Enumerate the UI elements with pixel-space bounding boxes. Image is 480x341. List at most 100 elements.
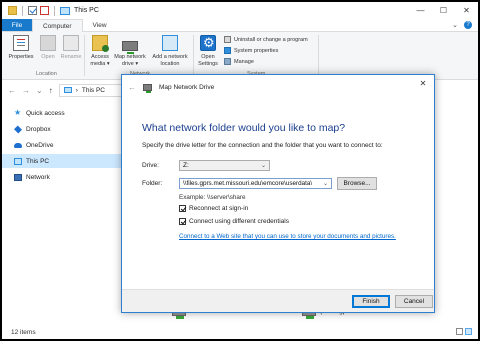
dialog-back-arrow-icon[interactable]: ← — [128, 83, 136, 92]
nav-item-this-pc[interactable]: This PC — [2, 154, 122, 168]
rename-icon — [63, 35, 79, 51]
nav-item-network[interactable]: Network — [2, 170, 122, 184]
nav-item-label: Network — [26, 173, 50, 181]
group-divider — [193, 35, 194, 76]
recent-locations-icon[interactable]: ⌄ — [36, 86, 43, 95]
drive-label: Drive: — [142, 162, 159, 169]
this-pc-icon — [14, 157, 22, 165]
credentials-checkbox-row[interactable]: Connect using different credentials — [179, 218, 289, 225]
dialog-title: Map Network Drive — [159, 83, 215, 91]
add-network-location-label: Add a network location — [152, 54, 188, 67]
onedrive-icon — [14, 142, 22, 148]
properties-button[interactable]: Properties — [8, 35, 34, 61]
reconnect-label: Reconnect at sign-in — [189, 205, 249, 212]
nav-item-label: Quick access — [26, 109, 65, 117]
forward-arrow-icon[interactable]: → — [22, 86, 30, 95]
browse-button[interactable]: Browse... — [337, 177, 377, 190]
group-divider — [318, 35, 319, 76]
tab-file[interactable]: File — [2, 19, 32, 31]
up-arrow-icon[interactable]: ↑ — [49, 86, 53, 95]
nav-item-dropbox[interactable]: Dropbox — [2, 122, 122, 136]
nav-item-quick-access[interactable]: ★ Quick access — [2, 106, 122, 120]
breadcrumb-separator-icon: › — [75, 86, 78, 94]
web-site-link[interactable]: Connect to a Web site that you can use t… — [179, 233, 396, 240]
title-bar: This PC — ☐ ✕ — [2, 2, 478, 19]
dialog-heading: What network folder would you like to ma… — [142, 122, 346, 134]
view-toggle — [456, 328, 472, 335]
folder-path-input[interactable]: \\files.gprs.met.missouri.edu\emcore\use… — [179, 178, 332, 189]
settings-gear-icon — [200, 35, 216, 51]
close-button[interactable]: ✕ — [455, 2, 478, 19]
folder-icon[interactable] — [8, 6, 17, 15]
folder-path-value: \\files.gprs.met.missouri.edu\emcore\use… — [183, 180, 313, 187]
nav-item-label: OneDrive — [26, 141, 54, 149]
tab-view[interactable]: View — [83, 19, 117, 31]
drive-letter-select[interactable]: Z: ⌄ — [179, 160, 270, 171]
system-properties-label: System properties — [234, 47, 279, 54]
ribbon-tabs: File Computer View ⌄ ? — [2, 19, 478, 32]
manage-label: Manage — [234, 58, 254, 65]
drive-letter-value: Z: — [183, 162, 189, 169]
access-media-button[interactable]: Access media ▾ — [88, 35, 112, 67]
map-network-drive-button[interactable]: Map network drive ▾ — [112, 35, 148, 67]
nav-item-onedrive[interactable]: OneDrive — [2, 138, 122, 152]
item-count: 12 items — [11, 328, 36, 336]
open-label: Open — [41, 54, 55, 60]
chevron-down-icon: ⌄ — [322, 181, 328, 187]
map-network-drive-dialog: ← Map Network Drive ✕ What network folde… — [121, 74, 435, 313]
quick-access-toolbar — [2, 5, 70, 16]
group-label-location: Location — [36, 71, 57, 77]
dialog-title-bar: ← Map Network Drive — [122, 75, 434, 99]
help-icon[interactable]: ? — [464, 21, 472, 29]
manage-button[interactable]: Manage — [224, 58, 254, 65]
toolbar-divider — [22, 5, 23, 16]
folder-label: Folder: — [142, 180, 163, 187]
dialog-footer: Finish Cancel — [122, 289, 434, 312]
properties-label: Properties — [8, 54, 34, 60]
file-explorer-window: This PC — ☐ ✕ File Computer View ⌄ ? Pro… — [2, 2, 478, 339]
map-drive-icon — [122, 41, 138, 54]
different-credentials-label: Connect using different credentials — [189, 218, 289, 225]
nav-item-label: This PC — [26, 157, 50, 165]
tab-computer[interactable]: Computer — [32, 19, 83, 32]
new-folder-icon[interactable] — [40, 6, 49, 15]
folder-example-text: Example: \\server\share — [179, 194, 246, 201]
different-credentials-checkbox[interactable] — [179, 218, 186, 225]
network-location-icon — [162, 35, 178, 51]
open-settings-button[interactable]: Open Settings — [197, 35, 219, 67]
rename-button[interactable]: Rename — [59, 35, 83, 61]
minimize-button[interactable]: — — [409, 2, 432, 19]
uninstall-program-button[interactable]: Uninstall or change a program — [224, 36, 308, 43]
finish-button[interactable]: Finish — [352, 295, 390, 308]
ribbon-right-controls: ⌄ ? — [452, 19, 478, 31]
expand-ribbon-icon[interactable]: ⌄ — [452, 21, 458, 29]
reconnect-checkbox-row[interactable]: Reconnect at sign-in — [179, 205, 248, 212]
network-icon — [14, 173, 22, 181]
uninstall-label: Uninstall or change a program — [234, 36, 308, 43]
open-settings-label: Open Settings — [198, 54, 218, 67]
ribbon: Properties Open Rename Access media ▾ Ma… — [2, 32, 478, 80]
tiles-view-icon[interactable] — [465, 328, 472, 335]
window-controls: — ☐ ✕ — [409, 2, 478, 19]
cancel-button[interactable]: Cancel — [395, 295, 433, 308]
open-button[interactable]: Open — [38, 35, 58, 61]
address-path: This PC — [81, 86, 105, 94]
navigation-pane: ★ Quick access Dropbox OneDrive This PC … — [2, 100, 122, 325]
details-view-icon[interactable] — [456, 328, 463, 335]
system-properties-button[interactable]: System properties — [224, 47, 278, 54]
add-network-location-button[interactable]: Add a network location — [149, 35, 191, 67]
back-arrow-icon[interactable]: ← — [8, 86, 16, 95]
rename-label: Rename — [60, 54, 82, 60]
group-divider — [84, 35, 85, 76]
properties-icon — [13, 35, 29, 51]
dialog-instruction: Specify the drive letter for the connect… — [142, 142, 383, 149]
dialog-close-button[interactable]: ✕ — [412, 75, 434, 91]
maximize-button[interactable]: ☐ — [432, 2, 455, 19]
dropbox-icon — [14, 125, 22, 133]
chevron-down-icon: ⌄ — [260, 163, 266, 169]
uninstall-icon — [224, 36, 231, 43]
properties-check-icon[interactable] — [28, 6, 37, 15]
access-media-label: Access media ▾ — [90, 54, 110, 67]
reconnect-checkbox[interactable] — [179, 205, 186, 212]
open-icon — [40, 35, 56, 51]
